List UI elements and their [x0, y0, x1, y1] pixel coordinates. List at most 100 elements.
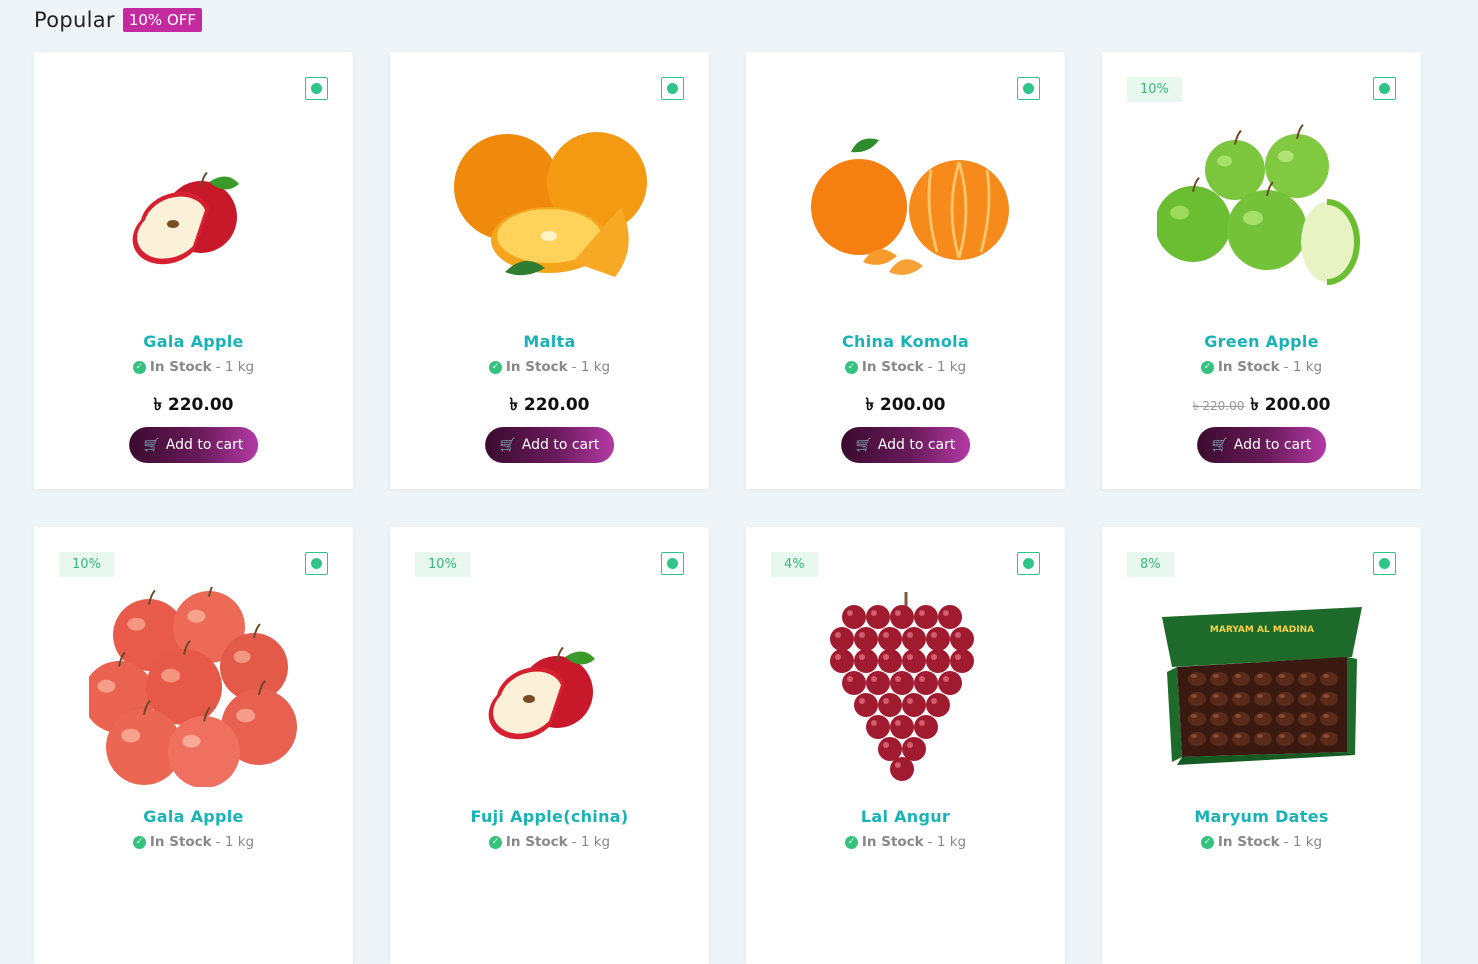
- unit-text: - 1 kg: [927, 834, 967, 850]
- stock-text: In Stock: [1217, 834, 1280, 850]
- stock-status: ✓ In Stock - 1 kg: [746, 359, 1065, 375]
- veg-indicator-icon: [1017, 77, 1040, 100]
- veg-dot: [1379, 83, 1390, 94]
- offer-badge: 10% OFF: [122, 8, 203, 32]
- product-name[interactable]: Gala Apple: [34, 332, 353, 351]
- product-card[interactable]: 10% Gala Apple ✓ In Stock - 1 kg: [34, 527, 353, 964]
- product-name[interactable]: Green Apple: [1102, 332, 1421, 351]
- product-card[interactable]: China Komola ✓ In Stock - 1 kg ৳ 200.00 …: [746, 52, 1065, 489]
- price-value: 220.00: [523, 395, 590, 415]
- veg-dot: [1379, 558, 1390, 569]
- product-image[interactable]: [445, 112, 655, 312]
- check-circle-icon: ✓: [844, 835, 858, 849]
- price-value: 220.00: [167, 395, 234, 415]
- product-card[interactable]: Malta ✓ In Stock - 1 kg ৳ 220.00 🛒 Add t…: [390, 52, 709, 489]
- stock-status: ✓ In Stock - 1 kg: [1102, 359, 1421, 375]
- veg-dot: [311, 558, 322, 569]
- product-card[interactable]: 4% Lal Angur ✓ In Stock - 1 kg: [746, 527, 1065, 964]
- veg-dot: [1023, 558, 1034, 569]
- product-name[interactable]: Maryum Dates: [1102, 807, 1421, 826]
- price: ৳ 220.00: [154, 392, 234, 420]
- price: ৳ 200.00: [866, 392, 946, 420]
- product-image[interactable]: [1155, 112, 1367, 312]
- add-to-cart-label: Add to cart: [877, 437, 956, 453]
- stock-text: In Stock: [505, 834, 568, 850]
- veg-indicator-icon: [661, 77, 684, 100]
- check-circle-icon: ✓: [132, 360, 146, 374]
- stock-status: ✓ In Stock - 1 kg: [34, 834, 353, 850]
- discount-badge: 4%: [771, 552, 818, 577]
- product-image[interactable]: [83, 581, 299, 788]
- product-name[interactable]: China Komola: [746, 332, 1065, 351]
- unit-text: - 1 kg: [927, 359, 967, 375]
- product-image[interactable]: [801, 112, 1011, 312]
- section-title: Popular: [34, 8, 115, 32]
- add-to-cart-label: Add to cart: [1233, 437, 1312, 453]
- stock-status: ✓ In Stock - 1 kg: [390, 834, 709, 850]
- price: ৳ 200.00: [1250, 392, 1330, 420]
- unit-text: - 1 kg: [1283, 834, 1323, 850]
- product-card[interactable]: 8% MARYAM AL MADINA Maryum Dates ✓ In St…: [1102, 527, 1421, 964]
- old-price-value: 220.00: [1202, 399, 1245, 413]
- veg-dot: [667, 83, 678, 94]
- currency-symbol: ৳: [153, 395, 162, 415]
- add-to-cart-button[interactable]: 🛒 Add to cart: [1196, 427, 1327, 463]
- veg-indicator-icon: [1017, 552, 1040, 575]
- product-image[interactable]: MARYAM AL MADINA: [1157, 587, 1367, 787]
- currency-symbol: ৳: [509, 395, 518, 415]
- stock-status: ✓ In Stock - 1 kg: [34, 359, 353, 375]
- product-image[interactable]: [89, 112, 299, 312]
- veg-indicator-icon: [1373, 77, 1396, 100]
- product-card[interactable]: 10% Fuji Apple(china) ✓ In Stock - 1 kg: [390, 527, 709, 964]
- add-to-cart-label: Add to cart: [165, 437, 244, 453]
- price: ৳ 220.00: [510, 392, 590, 420]
- discount-badge: 8%: [1127, 552, 1174, 577]
- product-image[interactable]: [445, 587, 655, 787]
- svg-text:MARYAM AL MADINA: MARYAM AL MADINA: [1210, 625, 1314, 635]
- price-value: 200.00: [1264, 395, 1331, 415]
- veg-dot: [667, 558, 678, 569]
- product-grid: Gala Apple ✓ In Stock - 1 kg ৳ 220.00 🛒 …: [34, 52, 1421, 964]
- stock-status: ✓ In Stock - 1 kg: [390, 359, 709, 375]
- stock-text: In Stock: [149, 359, 212, 375]
- price-line: ৳ 220.00: [390, 392, 709, 420]
- check-circle-icon: ✓: [1200, 360, 1214, 374]
- stock-text: In Stock: [861, 359, 924, 375]
- currency-symbol: ৳: [1192, 399, 1199, 413]
- product-name[interactable]: Lal Angur: [746, 807, 1065, 826]
- product-card[interactable]: 10% Green Apple ✓ In Stock - 1 kg ৳ 220.…: [1102, 52, 1421, 489]
- cart-icon: 🛒: [855, 437, 872, 453]
- price-line: ৳ 220.00: [34, 392, 353, 420]
- add-to-cart-label: Add to cart: [521, 437, 600, 453]
- veg-indicator-icon: [305, 77, 328, 100]
- product-image[interactable]: [801, 587, 1011, 787]
- currency-symbol: ৳: [1250, 395, 1259, 415]
- discount-badge: 10%: [415, 552, 470, 577]
- product-name[interactable]: Malta: [390, 332, 709, 351]
- unit-text: - 1 kg: [571, 359, 611, 375]
- unit-text: - 1 kg: [215, 359, 255, 375]
- unit-text: - 1 kg: [1283, 359, 1323, 375]
- veg-dot: [311, 83, 322, 94]
- veg-indicator-icon: [661, 552, 684, 575]
- price-line: ৳ 200.00: [746, 392, 1065, 420]
- stock-text: In Stock: [149, 834, 212, 850]
- product-name[interactable]: Gala Apple: [34, 807, 353, 826]
- discount-badge: 10%: [1127, 77, 1182, 102]
- section-header: Popular 10% OFF: [34, 8, 203, 32]
- discount-badge: 10%: [59, 552, 114, 577]
- add-to-cart-button[interactable]: 🛒 Add to cart: [484, 427, 615, 463]
- product-card[interactable]: Gala Apple ✓ In Stock - 1 kg ৳ 220.00 🛒 …: [34, 52, 353, 489]
- unit-text: - 1 kg: [215, 834, 255, 850]
- check-circle-icon: ✓: [1200, 835, 1214, 849]
- unit-text: - 1 kg: [571, 834, 611, 850]
- add-to-cart-button[interactable]: 🛒 Add to cart: [840, 427, 971, 463]
- price-line: ৳ 220.00 ৳ 200.00: [1102, 392, 1421, 420]
- price-value: 200.00: [879, 395, 946, 415]
- product-name[interactable]: Fuji Apple(china): [390, 807, 709, 826]
- stock-text: In Stock: [1217, 359, 1280, 375]
- add-to-cart-button[interactable]: 🛒 Add to cart: [128, 427, 259, 463]
- cart-icon: 🛒: [143, 437, 160, 453]
- veg-indicator-icon: [305, 552, 328, 575]
- currency-symbol: ৳: [865, 395, 874, 415]
